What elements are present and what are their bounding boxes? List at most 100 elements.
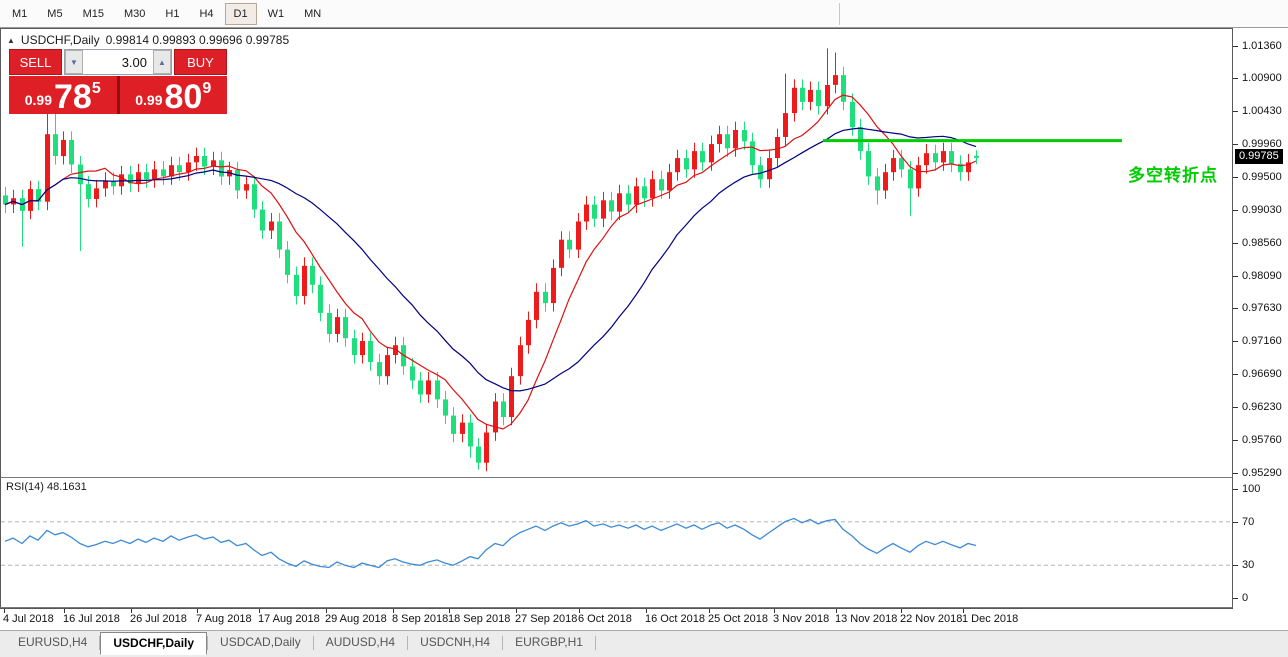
- timeframe-button-m15[interactable]: M15: [74, 3, 113, 25]
- price-axis-tick: [1233, 210, 1238, 211]
- sell-button[interactable]: SELL: [9, 49, 62, 75]
- symbol-timeframe-label: USDCHF,Daily: [21, 33, 100, 47]
- price-axis-tick: [1233, 243, 1238, 244]
- date-axis-label: 3 Nov 2018: [773, 613, 829, 625]
- price-axis-label: 0.97160: [1242, 335, 1282, 347]
- chart-tab-usdchf[interactable]: USDCHF,Daily: [100, 632, 207, 655]
- date-axis-label: 4 Jul 2018: [3, 613, 54, 625]
- buy-price-main: 80: [165, 82, 203, 112]
- buy-price-prefix: 0.99: [135, 92, 162, 108]
- buy-price-box[interactable]: 0.99 80 9: [120, 76, 228, 114]
- date-axis-label: 1 Dec 2018: [962, 613, 1018, 625]
- date-axis-label: 13 Nov 2018: [835, 613, 897, 625]
- price-axis-label: 0.97630: [1242, 302, 1282, 314]
- one-click-trading-widget: SELL ▼ 3.00 ▲ BUY 0.99 78 5 0.99 80 9: [9, 49, 227, 114]
- price-axis-tick: [1233, 407, 1238, 408]
- date-axis-label: 7 Aug 2018: [196, 613, 252, 625]
- price-pane[interactable]: ▲ USDCHF,Daily 0.99814 0.99893 0.99696 0…: [0, 28, 1233, 478]
- timeframe-button-w1[interactable]: W1: [259, 3, 294, 25]
- rsi-line: [5, 518, 976, 567]
- rsi-axis-label: 0: [1242, 592, 1248, 604]
- price-axis-tick: [1233, 111, 1238, 112]
- chart-tab-usdcad[interactable]: USDCAD,Daily: [208, 632, 313, 653]
- current-price-badge: 0.99785: [1235, 149, 1283, 164]
- sell-price-prefix: 0.99: [25, 92, 52, 108]
- date-axis-label: 22 Nov 2018: [900, 613, 962, 625]
- date-axis-label: 26 Jul 2018: [130, 613, 187, 625]
- volume-decrease-icon[interactable]: ▼: [65, 50, 83, 74]
- rsi-axis[interactable]: 100 70 30 0: [1233, 478, 1288, 608]
- collapse-panel-icon[interactable]: ▲: [7, 36, 15, 45]
- chart-annotation-text: 多空转折点: [1128, 161, 1218, 186]
- date-axis-label: 6 Oct 2018: [578, 613, 632, 625]
- price-axis-tick: [1233, 440, 1238, 441]
- rsi-indicator-label: RSI(14) 48.1631: [6, 481, 87, 493]
- price-axis-label: 0.99500: [1242, 171, 1282, 183]
- volume-spinner: ▼ 3.00 ▲: [64, 49, 172, 75]
- date-axis[interactable]: 4 Jul 2018 16 Jul 2018 26 Jul 2018 7 Aug 20…: [0, 608, 1233, 630]
- rsi-chart-canvas[interactable]: [1, 478, 1232, 606]
- timeframe-button-mn[interactable]: MN: [295, 3, 330, 25]
- chart-tab-eurgbp[interactable]: EURGBP,H1: [503, 632, 595, 653]
- ma-fast-red: [5, 95, 976, 429]
- timeframe-button-d1[interactable]: D1: [225, 3, 257, 25]
- price-axis[interactable]: 1.013601.009001.004300.999600.995000.990…: [1233, 28, 1288, 478]
- price-axis-tick: [1233, 177, 1238, 178]
- timeframe-button-h1[interactable]: H1: [156, 3, 188, 25]
- date-axis-label: 16 Oct 2018: [645, 613, 705, 625]
- rsi-axis-tick: [1233, 522, 1238, 523]
- timeframe-buttons: M1M5M15M30H1H4D1W1MN: [2, 3, 331, 25]
- timeframe-button-m1[interactable]: M1: [3, 3, 36, 25]
- rsi-axis-tick: [1233, 565, 1238, 566]
- date-axis-label: 16 Jul 2018: [63, 613, 120, 625]
- timeframe-button-m5[interactable]: M5: [38, 3, 71, 25]
- price-axis-label: 1.00430: [1242, 105, 1282, 117]
- price-axis-label: 0.96690: [1242, 368, 1282, 380]
- price-axis-tick: [1233, 276, 1238, 277]
- chart-title: ▲ USDCHF,Daily 0.99814 0.99893 0.99696 0…: [7, 33, 289, 47]
- price-axis-label: 0.98090: [1242, 270, 1282, 282]
- price-axis-tick: [1233, 78, 1238, 79]
- price-axis-label: 0.99030: [1242, 204, 1282, 216]
- rsi-axis-label: 30: [1242, 559, 1254, 571]
- price-axis-tick: [1233, 374, 1238, 375]
- date-axis-label: 8 Sep 2018: [392, 613, 448, 625]
- timeframe-button-m30[interactable]: M30: [115, 3, 154, 25]
- timeframe-toolbar: M1M5M15M30H1H4D1W1MN: [0, 0, 1288, 28]
- price-axis-label: 1.01360: [1242, 40, 1282, 52]
- date-axis-label: 29 Aug 2018: [325, 613, 387, 625]
- toolbar-divider: [839, 3, 840, 25]
- date-axis-label: 27 Sep 2018: [515, 613, 577, 625]
- rsi-axis-tick: [1233, 489, 1238, 490]
- sell-price-main: 78: [54, 82, 92, 112]
- volume-input[interactable]: 3.00: [83, 50, 153, 74]
- chart-tab-bar: EURUSD,H4USDCHF,DailyUSDCAD,DailyAUDUSD,…: [0, 630, 1288, 657]
- volume-increase-icon[interactable]: ▲: [153, 50, 171, 74]
- buy-button[interactable]: BUY: [174, 49, 227, 75]
- price-axis-tick: [1233, 473, 1238, 474]
- date-axis-label: 18 Sep 2018: [448, 613, 510, 625]
- buy-price-pip: 9: [202, 80, 211, 98]
- price-axis-tick: [1233, 308, 1238, 309]
- price-axis-label: 0.96230: [1242, 401, 1282, 413]
- price-axis-tick: [1233, 341, 1238, 342]
- rsi-axis-label: 70: [1242, 516, 1254, 528]
- rsi-axis-tick: [1233, 598, 1238, 599]
- chart-tab-usdcnh[interactable]: USDCNH,H4: [408, 632, 502, 653]
- timeframe-button-h4[interactable]: H4: [190, 3, 222, 25]
- sell-price-box[interactable]: 0.99 78 5: [9, 76, 117, 114]
- rsi-pane[interactable]: RSI(14) 48.1631: [0, 478, 1233, 608]
- sell-price-pip: 5: [92, 80, 101, 98]
- date-axis-label: 25 Oct 2018: [708, 613, 768, 625]
- chart-tab-audusd[interactable]: AUDUSD,H4: [314, 632, 407, 653]
- rsi-axis-label: 100: [1242, 483, 1260, 495]
- ohlc-values: 0.99814 0.99893 0.99696 0.99785: [106, 33, 290, 47]
- price-axis-label: 0.95760: [1242, 434, 1282, 446]
- price-axis-tick: [1233, 46, 1238, 47]
- price-axis-label: 1.00900: [1242, 72, 1282, 84]
- price-axis-tick: [1233, 144, 1238, 145]
- chart-window: ▲ USDCHF,Daily 0.99814 0.99893 0.99696 0…: [0, 28, 1288, 630]
- tab-divider: [595, 636, 596, 650]
- chart-tab-eurusd[interactable]: EURUSD,H4: [6, 632, 99, 653]
- price-axis-label: 0.98560: [1242, 237, 1282, 249]
